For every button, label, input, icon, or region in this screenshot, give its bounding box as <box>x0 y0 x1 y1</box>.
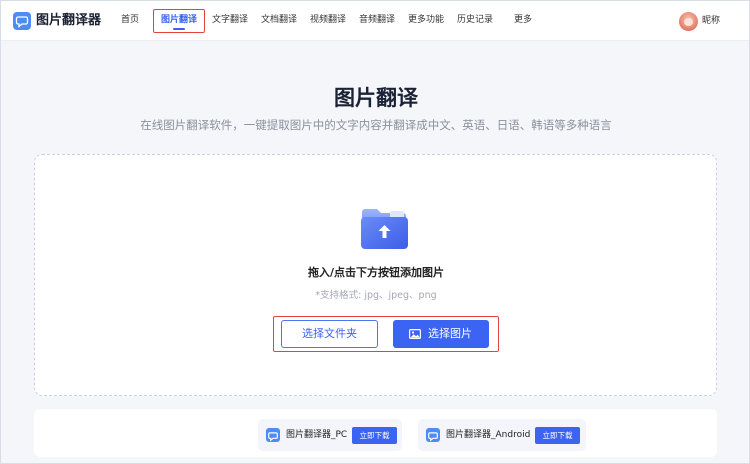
download-android-button[interactable]: 立即下载 <box>535 427 580 444</box>
nav-item-video-translate[interactable]: 视频翻译 <box>310 13 346 27</box>
nav-active-underline <box>173 28 185 30</box>
nav-item-more[interactable]: 更多 <box>514 13 532 27</box>
download-card-android: 图片翻译器_Android 立即下载 <box>418 419 586 451</box>
select-folder-button[interactable]: 选择文件夹 <box>281 320 378 348</box>
supported-formats: *支持格式: jpg、jpeg、png <box>315 290 437 301</box>
page-title: 图片翻译 <box>334 86 418 110</box>
nav-item-document-translate[interactable]: 文档翻译 <box>261 13 297 27</box>
nav-item-home[interactable]: 首页 <box>121 13 139 27</box>
image-icon <box>409 329 421 339</box>
download-name-pc: 图片翻译器_PC <box>286 430 348 440</box>
download-pc-button[interactable]: 立即下载 <box>352 427 397 444</box>
select-image-button[interactable]: 选择图片 <box>393 320 489 348</box>
logo-icon <box>13 12 31 30</box>
username[interactable]: 昵称 <box>702 14 720 28</box>
download-name-android: 图片翻译器_Android <box>446 430 531 440</box>
nav-item-image-translate[interactable]: 图片翻译 <box>161 13 197 27</box>
top-nav: 图片翻译器 首页 图片翻译 文字翻译 文档翻译 视频翻译 音频翻译 更多功能 历… <box>1 1 749 41</box>
select-image-label: 选择图片 <box>428 327 472 340</box>
upload-hint: 拖入/点击下方按钮添加图片 <box>307 266 445 279</box>
app-logo-icon <box>426 428 440 442</box>
app-logo-icon <box>266 428 280 442</box>
nav-item-text-translate[interactable]: 文字翻译 <box>212 13 248 27</box>
download-card-pc: 图片翻译器_PC 立即下载 <box>258 419 402 451</box>
avatar[interactable] <box>679 12 698 31</box>
folder-upload-icon <box>361 209 408 249</box>
logo-text: 图片翻译器 <box>36 13 102 28</box>
nav-item-more-features[interactable]: 更多功能 <box>408 13 444 27</box>
nav-item-history[interactable]: 历史记录 <box>457 13 493 27</box>
nav-item-audio-translate[interactable]: 音频翻译 <box>359 13 395 27</box>
page-subtitle: 在线图片翻译软件，一键提取图片中的文字内容并翻译成中文、英语、日语、韩语等多种语… <box>140 118 612 132</box>
